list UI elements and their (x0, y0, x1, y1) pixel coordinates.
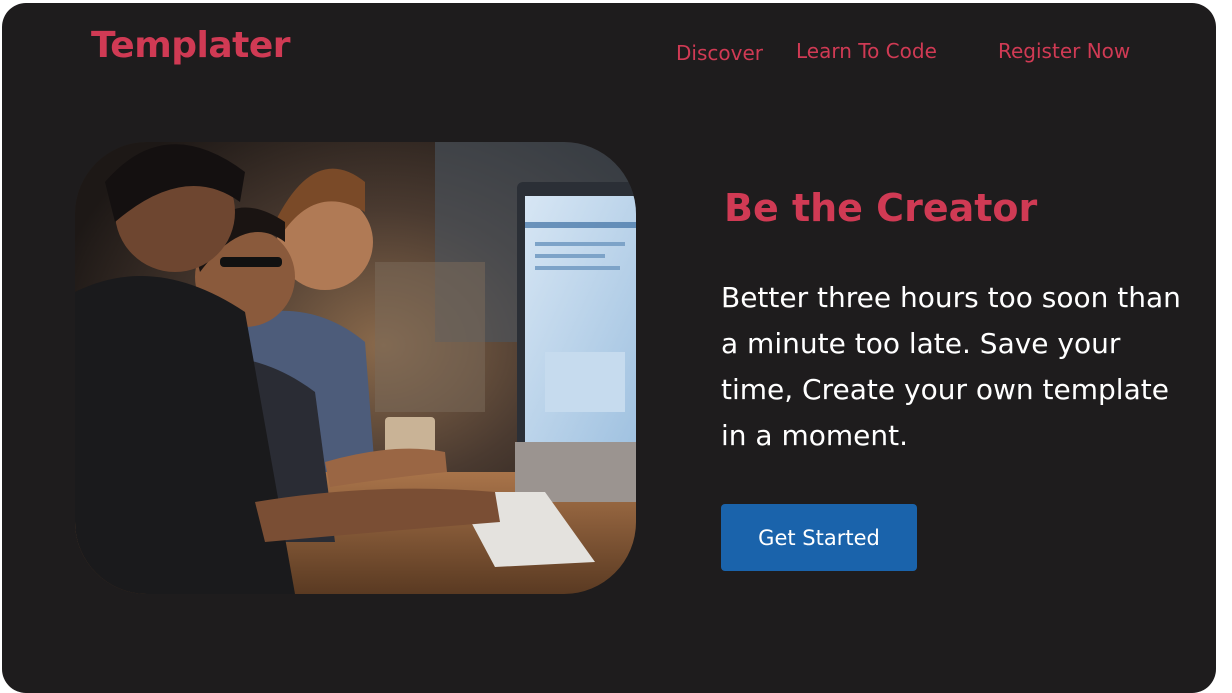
get-started-button[interactable]: Get Started (721, 504, 917, 571)
nav-link-learn-to-code[interactable]: Learn To Code (796, 39, 937, 63)
brand-logo[interactable]: Templater (91, 25, 290, 66)
hero-image (75, 142, 636, 594)
developers-photo (75, 142, 636, 594)
hero-title: Be the Creator (724, 186, 1038, 230)
hero-description: Better three hours too soon than a minut… (721, 281, 1181, 452)
page-card: Templater Discover Learn To Code Registe… (2, 3, 1216, 693)
nav-link-discover[interactable]: Discover (676, 41, 763, 65)
nav-link-register-now[interactable]: Register Now (998, 39, 1130, 63)
